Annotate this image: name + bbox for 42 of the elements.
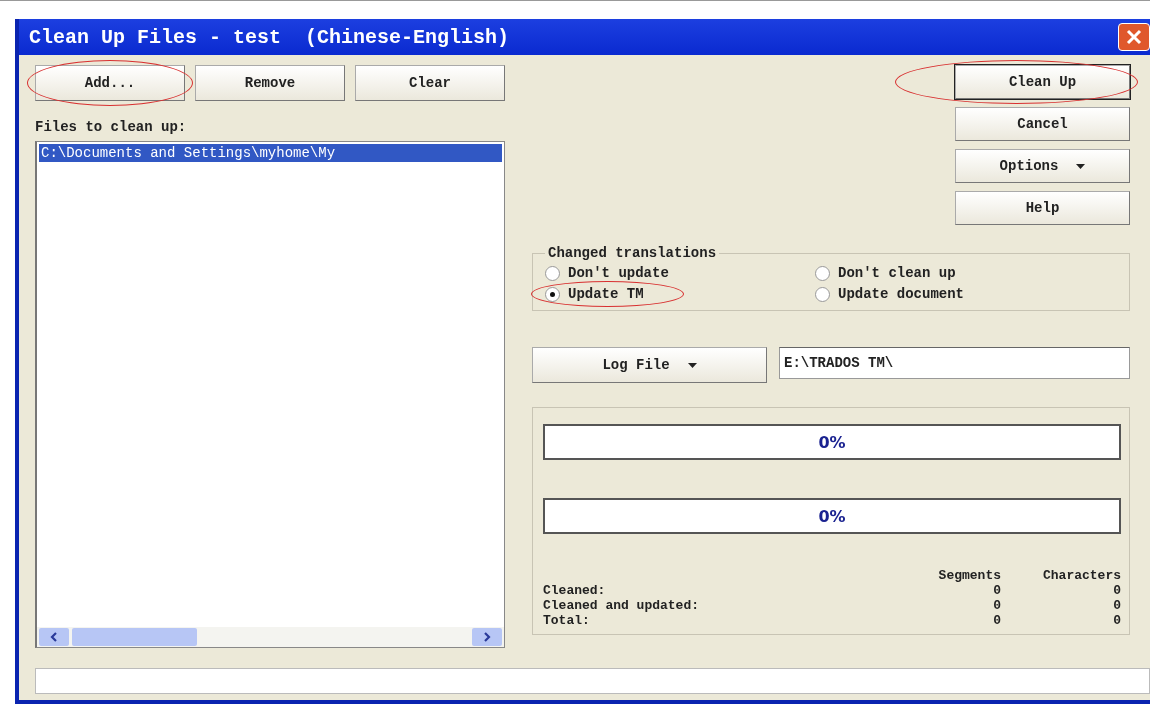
action-button[interactable]: Clean Up: [955, 65, 1130, 99]
stat-value: 0: [1112, 613, 1121, 628]
stat-label: Cleaned and updated:: [543, 598, 701, 613]
radio-button[interactable]: [815, 265, 830, 281]
radio-option[interactable]: Don't update: [545, 265, 669, 281]
scroll-right-button[interactable]: [472, 628, 502, 646]
column-header: Characters: [1042, 568, 1121, 583]
progress-percent: 0%: [818, 506, 846, 526]
radio-option[interactable]: Update document: [815, 286, 965, 302]
close-icon: [1126, 29, 1142, 45]
radio-option[interactable]: Don't clean up: [815, 265, 956, 281]
stat-value: 0: [1112, 598, 1121, 613]
scrollbar-thumb[interactable]: [72, 628, 197, 646]
files-label: Files to clean up:: [35, 119, 188, 135]
log-file-button[interactable]: Log File: [532, 347, 767, 383]
progress-percent: 0%: [818, 432, 846, 452]
window-title: Clean Up Files - test (Chinese-English): [29, 25, 510, 49]
radio-button[interactable]: [545, 265, 560, 281]
file-item[interactable]: C:\Documents and Settings\myhome\My: [39, 144, 502, 162]
toolbar-button[interactable]: Clear: [355, 65, 505, 101]
close-button[interactable]: [1118, 23, 1150, 51]
horizontal-scrollbar[interactable]: [37, 627, 504, 647]
caret-icon: [1076, 163, 1086, 169]
stat-value: 0: [1112, 583, 1121, 598]
caret-icon: [687, 362, 697, 368]
action-button[interactable]: Cancel: [955, 107, 1130, 141]
stat-value: 0: [992, 613, 1001, 628]
toolbar-button[interactable]: Remove: [195, 65, 345, 101]
column-header: Segments: [937, 568, 1001, 583]
radio-option[interactable]: Update TM: [545, 286, 644, 302]
toolbar-button[interactable]: Add...: [35, 65, 185, 101]
stat-value: 0: [992, 583, 1001, 598]
group-title: Changed translations: [547, 245, 718, 261]
radio-button[interactable]: [815, 286, 830, 302]
action-button[interactable]: Options: [955, 149, 1130, 183]
stat-value: 0: [992, 598, 1001, 613]
radio-button[interactable]: [545, 286, 560, 302]
scroll-left-button[interactable]: [39, 628, 69, 646]
log-file-field[interactable]: E:\TRADOS TM\: [779, 347, 1130, 379]
action-button[interactable]: Help: [955, 191, 1130, 225]
stat-label: Total:: [543, 613, 591, 628]
stat-label: Cleaned:: [543, 583, 607, 598]
